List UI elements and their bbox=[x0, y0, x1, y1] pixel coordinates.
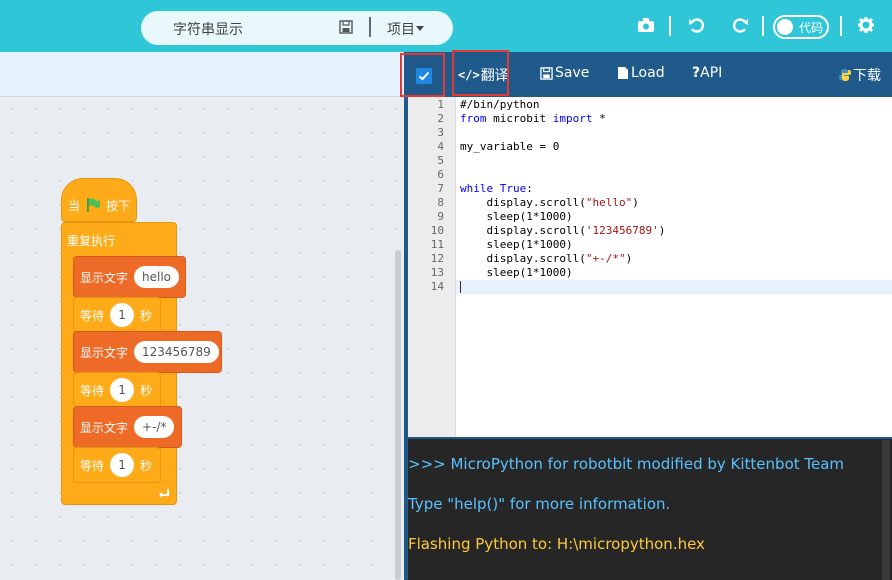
undo-icon[interactable] bbox=[686, 14, 708, 36]
block-label: 显示文字 bbox=[80, 345, 129, 360]
project-name[interactable]: 字符串显示 bbox=[173, 19, 243, 39]
line-number: 13 bbox=[430, 266, 444, 279]
workspace-header bbox=[0, 52, 404, 97]
seconds-input[interactable]: 1 bbox=[110, 453, 135, 477]
console-line: Type "help()" for more information. bbox=[408, 495, 671, 513]
block-label: 按下 bbox=[106, 198, 131, 213]
forever-label: 重复执行 bbox=[67, 234, 116, 248]
block-label: 显示文字 bbox=[80, 420, 129, 435]
line-number: 10 bbox=[430, 224, 444, 237]
code-line: #/bin/python bbox=[460, 98, 540, 111]
gear-icon[interactable] bbox=[855, 14, 877, 36]
code-toggle-label: 代码 bbox=[799, 21, 824, 35]
block-label: 等待 bbox=[80, 383, 105, 398]
display-text-block[interactable]: 显示文字 hello bbox=[73, 256, 186, 298]
line-number: 9 bbox=[437, 210, 444, 223]
divider bbox=[840, 16, 842, 36]
repeat-arrow-icon bbox=[159, 489, 169, 498]
download-button[interactable]: 下载 bbox=[838, 65, 881, 85]
load-button[interactable]: Load bbox=[617, 65, 665, 81]
chevron-down-icon bbox=[416, 26, 424, 31]
text-input[interactable]: 123456789 bbox=[134, 341, 219, 363]
line-number: 11 bbox=[430, 238, 444, 251]
when-flag-clicked-block[interactable]: 当 按下 bbox=[61, 178, 137, 222]
line-number: 2 bbox=[437, 112, 444, 125]
block-label: 秒 bbox=[140, 458, 153, 473]
green-flag-icon bbox=[87, 198, 101, 212]
console-scrollbar[interactable] bbox=[882, 440, 890, 580]
block-label: 等待 bbox=[80, 308, 105, 323]
line-number: 3 bbox=[437, 126, 444, 139]
api-button[interactable]: ? API bbox=[692, 65, 722, 81]
line-number: 12 bbox=[430, 252, 444, 265]
divider bbox=[369, 17, 371, 37]
project-menu[interactable]: 项目 bbox=[387, 19, 415, 39]
api-label: API bbox=[700, 65, 723, 81]
download-label: 下载 bbox=[853, 68, 881, 84]
text-input[interactable]: +-/* bbox=[134, 416, 175, 438]
code-line: from microbit import * bbox=[460, 112, 606, 125]
file-icon bbox=[618, 67, 628, 79]
workspace-scrollbar[interactable] bbox=[395, 250, 401, 580]
save-code-button[interactable]: Save bbox=[540, 65, 589, 81]
active-line bbox=[456, 280, 892, 294]
camera-icon[interactable] bbox=[635, 14, 657, 36]
code-line: display.scroll("hello") bbox=[460, 196, 639, 209]
code-toggle[interactable]: 代码 bbox=[773, 15, 829, 39]
divider bbox=[669, 16, 671, 36]
wait-block[interactable]: 等待 1 秒 bbox=[73, 372, 161, 408]
block-label: 当 bbox=[68, 198, 81, 213]
redo-icon[interactable] bbox=[729, 14, 751, 36]
display-text-block[interactable]: 显示文字 123456789 bbox=[73, 331, 222, 373]
save-label: Save bbox=[555, 65, 590, 81]
line-number: 6 bbox=[437, 168, 444, 181]
block-label: 秒 bbox=[140, 383, 153, 398]
code-line: my_variable = 0 bbox=[460, 140, 560, 153]
python-icon bbox=[839, 69, 851, 81]
line-number: 1 bbox=[437, 98, 444, 111]
block-label: 秒 bbox=[140, 308, 153, 323]
wait-block[interactable]: 等待 1 秒 bbox=[73, 447, 161, 483]
display-text-block[interactable]: 显示文字 +-/* bbox=[73, 406, 182, 448]
code-line: sleep(1*1000) bbox=[460, 266, 573, 279]
seconds-input[interactable]: 1 bbox=[110, 303, 135, 327]
console-line: Flashing Python to: H:\micropython.hex bbox=[408, 535, 705, 553]
code-line: display.scroll('123456789') bbox=[460, 224, 666, 237]
load-label: Load bbox=[631, 65, 665, 81]
line-number: 5 bbox=[437, 154, 444, 167]
line-number: 14 bbox=[430, 280, 444, 293]
block-label: 等待 bbox=[80, 458, 105, 473]
highlight-box bbox=[452, 50, 509, 96]
highlight-box bbox=[400, 53, 445, 97]
seconds-input[interactable]: 1 bbox=[110, 378, 135, 402]
block-label: 显示文字 bbox=[80, 270, 129, 285]
line-number: 4 bbox=[437, 140, 444, 153]
line-number: 7 bbox=[437, 182, 444, 195]
code-line: sleep(1*1000) bbox=[460, 238, 573, 251]
save-icon bbox=[540, 66, 553, 80]
top-toolbar: 字符串显示 项目 代码 bbox=[0, 0, 892, 52]
divider bbox=[762, 16, 764, 36]
code-line: sleep(1*1000) bbox=[460, 210, 573, 223]
code-line: display.scroll("+-/*") bbox=[460, 252, 633, 265]
wait-block[interactable]: 等待 1 秒 bbox=[73, 297, 161, 333]
text-input[interactable]: hello bbox=[134, 266, 180, 288]
line-number: 8 bbox=[437, 196, 444, 209]
text-caret bbox=[460, 281, 461, 293]
code-line: while True: bbox=[460, 182, 533, 195]
toggle-knob bbox=[777, 19, 793, 35]
save-icon[interactable] bbox=[339, 20, 353, 34]
console-line: >>> MicroPython for robotbit modified by… bbox=[408, 455, 845, 473]
project-bar: 字符串显示 项目 bbox=[141, 11, 453, 45]
question-icon: ? bbox=[692, 65, 701, 81]
